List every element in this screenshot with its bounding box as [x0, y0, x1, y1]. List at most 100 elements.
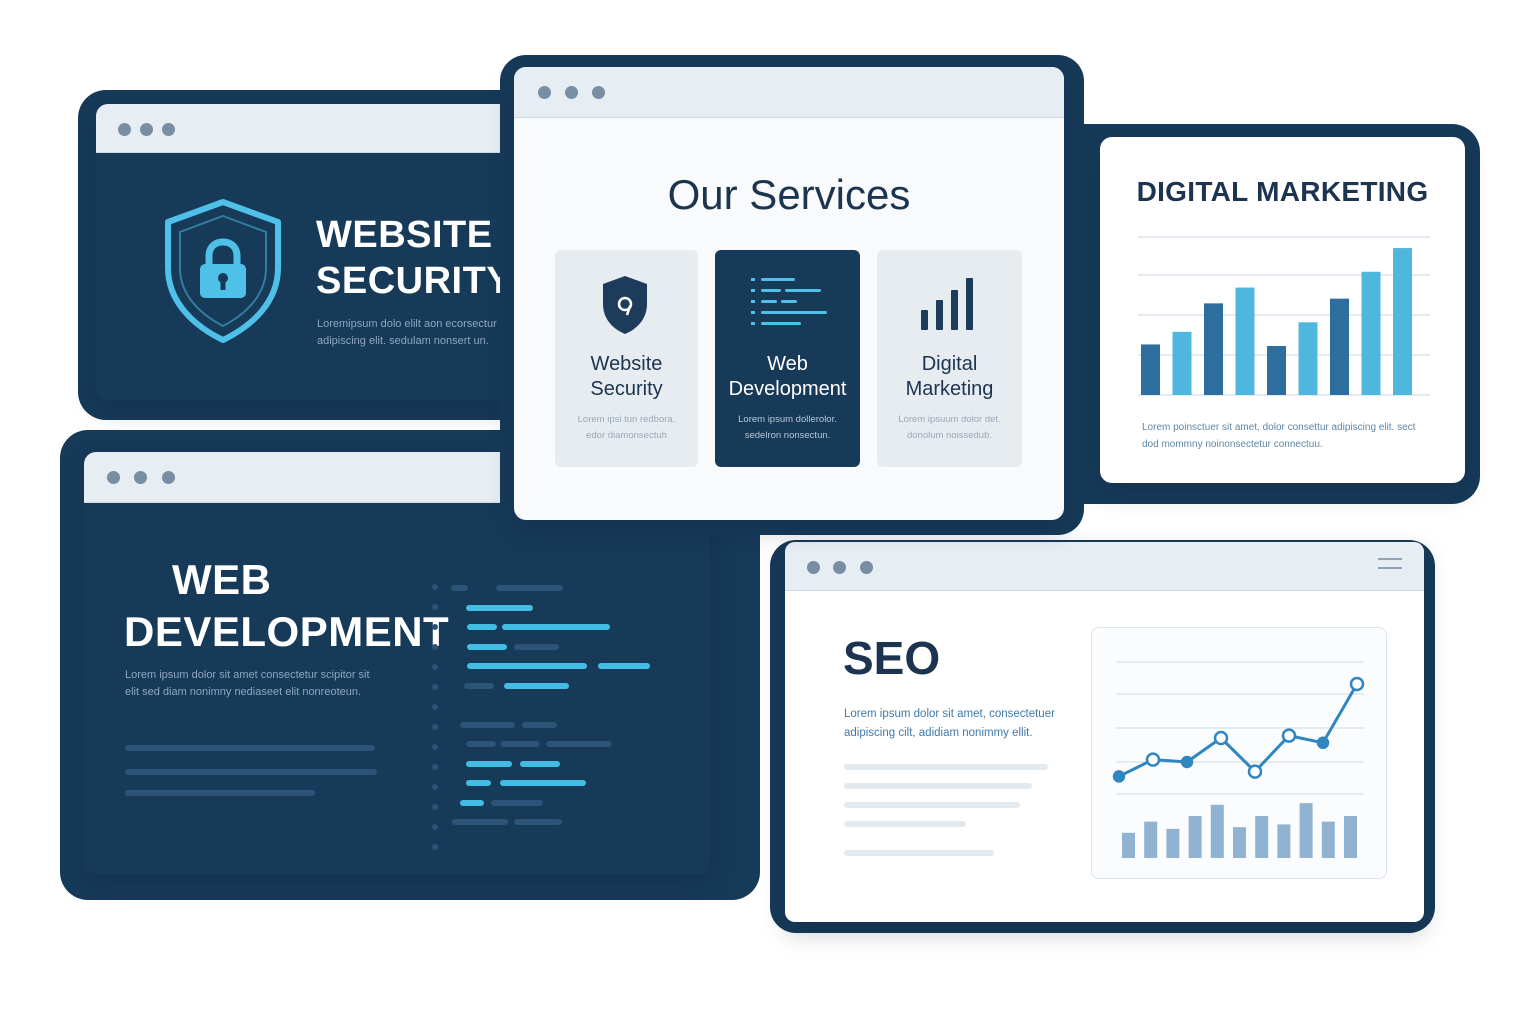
- code-line-segment: [460, 721, 515, 728]
- chart-point: [1180, 755, 1194, 769]
- chart-bar: [1299, 803, 1313, 858]
- window-dot[interactable]: [162, 471, 175, 484]
- gutter-dot: [432, 584, 438, 590]
- window-dot[interactable]: [807, 561, 820, 574]
- gutter-dot: [432, 824, 438, 830]
- code-line-segment: [514, 643, 559, 650]
- gutter-dot: [432, 604, 438, 610]
- code-line-segment: [500, 780, 586, 786]
- service-card-web-development[interactable]: Web Development Lorem ipsum dollerolor. …: [715, 250, 860, 467]
- marketing-bar-chart: [1138, 236, 1430, 396]
- gutter-dot: [432, 704, 438, 710]
- chart-point: [1349, 676, 1365, 692]
- titlebar: [514, 67, 1064, 118]
- seo-chart-panel: [1091, 627, 1387, 879]
- description-line: Lorem poinsctuer sit amet, dolor consett…: [1142, 422, 1416, 433]
- security-title: WEBSITE SECURITY: [316, 212, 512, 304]
- chart-gridlines: [1116, 661, 1364, 795]
- description-line: edor diamonsectuh: [586, 430, 667, 441]
- chart-bar: [1141, 344, 1160, 395]
- description-line: adipiscing elit. sedulam nonsert un.: [317, 335, 489, 347]
- chart-point: [1145, 752, 1161, 767]
- code-line-segment: [466, 760, 512, 767]
- chart-bar: [1172, 331, 1192, 395]
- window-dot[interactable]: [118, 123, 131, 136]
- chart-point: [1247, 764, 1263, 779]
- gutter-dot: [432, 804, 438, 810]
- placeholder-line: [125, 790, 315, 796]
- seo-description: Lorem ipsum dolor sit amet, consectetuer…: [844, 705, 1055, 743]
- window-dot[interactable]: [592, 86, 605, 99]
- window-dot[interactable]: [538, 86, 551, 99]
- security-title-line: WEBSITE: [316, 214, 493, 256]
- chart-bar: [1204, 303, 1223, 395]
- label-line: Development: [728, 378, 847, 400]
- placeholder-line: [844, 764, 1048, 770]
- window-dot[interactable]: [140, 123, 153, 136]
- gutter-dot: [432, 764, 438, 770]
- service-card-label: Digital Marketing: [877, 352, 1022, 402]
- description-line: sedelron nonsectun.: [744, 430, 831, 441]
- code-line-segment: [460, 799, 484, 806]
- code-line-segment: [496, 585, 563, 591]
- service-card-digital-marketing[interactable]: Digital Marketing Lorem ipsuum dolor det…: [877, 250, 1022, 467]
- gutter-dot: [432, 684, 438, 690]
- placeholder-line: [844, 850, 994, 856]
- gutter-dot: [432, 664, 438, 670]
- gutter-dot: [432, 744, 438, 750]
- window-dot[interactable]: [833, 561, 846, 574]
- placeholder-line: [844, 821, 966, 827]
- gutter-dot: [432, 784, 438, 790]
- chart-bar: [1166, 828, 1180, 858]
- window-dot[interactable]: [162, 123, 175, 136]
- hamburger-menu-icon[interactable]: [1378, 558, 1402, 569]
- chart-bar: [1233, 827, 1246, 858]
- marketing-title: DIGITAL MARKETING: [1136, 176, 1429, 207]
- code-lines-icon: [751, 278, 827, 325]
- code-line-segment: [467, 643, 507, 650]
- label-line: Marketing: [905, 378, 994, 400]
- window-dot[interactable]: [565, 86, 578, 99]
- window-dot[interactable]: [860, 561, 873, 574]
- chart-bars: [1141, 248, 1412, 395]
- gutter-dot: [432, 844, 438, 850]
- chart-bar: [1188, 816, 1202, 858]
- description-line: Lorem ipsuum dolor det.: [898, 414, 1001, 425]
- service-card-website-security[interactable]: Website Security Lorem ipsi tun redbora.…: [555, 250, 698, 467]
- description-line: Loremipsum dolo elilt aon ecorsectur: [317, 318, 497, 330]
- chart-bar: [1298, 322, 1318, 395]
- chart-bar: [1344, 816, 1357, 858]
- chart-bar: [1144, 821, 1158, 858]
- chart-bars: [1122, 803, 1357, 858]
- marketing-window-frame: DIGITAL MARKETING Lorem poinsctuer sit a…: [1100, 137, 1465, 483]
- code-line-segment: [500, 741, 540, 747]
- services-heading: Our Services: [667, 171, 911, 218]
- services-window-frame: Our Services Website Security Lorem ipsi…: [514, 67, 1064, 520]
- service-card-description: Lorem ipsum dollerolor. sedelron nonsect…: [723, 412, 852, 444]
- description-line: dod mommny noinonsectetur connectuu.: [1142, 439, 1323, 450]
- chart-bar: [1210, 804, 1224, 858]
- code-line-segment: [452, 819, 508, 825]
- code-line-segment: [504, 682, 569, 689]
- service-card-label: Website Security: [555, 352, 698, 402]
- seo-window-frame: SEO Lorem ipsum dolor sit amet, consecte…: [785, 542, 1424, 922]
- code-line-segment: [466, 741, 496, 747]
- chart-bar: [1393, 248, 1412, 395]
- code-line-segment: [520, 760, 560, 767]
- chart-bar: [1361, 271, 1381, 395]
- marketing-description: Lorem poinsctuer sit amet, dolor consett…: [1142, 419, 1415, 453]
- chart-bar: [1267, 346, 1286, 395]
- window-dot[interactable]: [134, 471, 147, 484]
- chart-bar: [1235, 287, 1255, 395]
- window-dot[interactable]: [107, 471, 120, 484]
- webdev-title-line: DEVELOPMENT: [124, 608, 450, 655]
- bar-chart-icon: [921, 278, 973, 330]
- shield-lock-icon: [165, 199, 281, 343]
- code-line-segment: [514, 819, 562, 825]
- gutter-dot: [432, 624, 438, 630]
- placeholder-line: [125, 745, 375, 751]
- code-line-segment: [451, 585, 468, 591]
- label-line: Web: [767, 353, 808, 375]
- label-line: Digital: [921, 353, 978, 375]
- shield-icon: [603, 276, 647, 334]
